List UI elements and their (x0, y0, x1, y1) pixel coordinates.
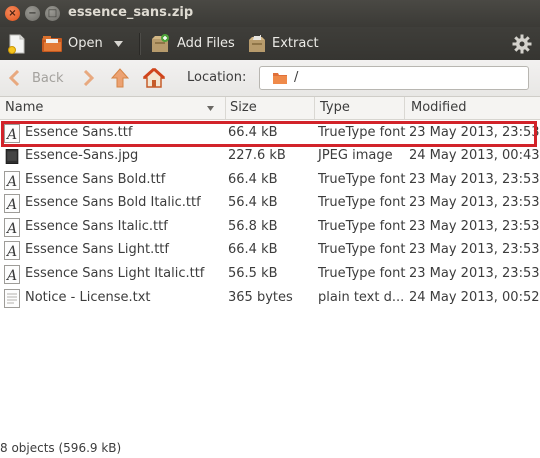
file-size: 56.5 kB (228, 266, 278, 281)
file-size: 365 bytes (228, 290, 293, 305)
close-window-button[interactable]: × (5, 6, 20, 21)
location-path: / (294, 70, 299, 85)
back-arrow-icon (8, 70, 20, 86)
title-bar: × − □ essence_sans.zip (0, 0, 540, 27)
extract-button[interactable]: Extract (246, 27, 319, 60)
location-label: Location: (187, 70, 247, 85)
file-row[interactable]: A Essence Sans Bold.ttf 66.4 kB TrueType… (0, 169, 540, 192)
file-modified: 23 May 2013, 23:53 (409, 219, 540, 234)
file-name: Essence Sans Bold Italic.ttf (25, 195, 201, 210)
home-button[interactable] (143, 60, 165, 96)
file-type: plain text d... (318, 290, 405, 305)
font-file-icon: A (4, 265, 20, 284)
column-header-name[interactable]: Name (5, 100, 43, 115)
file-size: 56.4 kB (228, 195, 278, 210)
file-size: 66.4 kB (228, 242, 278, 257)
folder-icon (273, 73, 287, 84)
status-bar: 8 objects (596.9 kB) (0, 441, 122, 455)
file-modified: 23 May 2013, 23:53 (409, 266, 540, 281)
add-files-label: Add Files (177, 36, 235, 51)
window-title: essence_sans.zip (68, 5, 194, 20)
svg-text:A: A (5, 197, 17, 213)
up-arrow-icon (111, 68, 129, 88)
file-type: TrueType font (318, 266, 406, 281)
text-file-icon (4, 289, 20, 308)
home-icon (143, 68, 165, 88)
image-file-icon (5, 149, 19, 164)
forward-button[interactable] (83, 60, 95, 96)
file-name: Essence Sans Italic.ttf (25, 219, 168, 234)
extract-icon (249, 34, 265, 52)
svg-text:A: A (5, 244, 17, 260)
file-name: Essence Sans Light.ttf (25, 242, 169, 257)
location-field[interactable]: / (259, 66, 529, 90)
new-archive-button[interactable] (8, 27, 26, 60)
file-type: TrueType font (318, 219, 406, 234)
file-row[interactable]: A Essence Sans Bold Italic.ttf 56.4 kB T… (0, 192, 540, 215)
column-header-type[interactable]: Type (320, 100, 350, 115)
font-file-icon: A (4, 218, 20, 237)
font-file-icon: A (4, 241, 20, 260)
column-divider[interactable] (314, 97, 315, 119)
gear-icon (512, 34, 532, 53)
file-row[interactable]: A Essence Sans Light Italic.ttf 56.5 kB … (0, 263, 540, 286)
file-name: Essence Sans Bold.ttf (25, 172, 166, 187)
column-divider[interactable] (404, 97, 405, 119)
file-type: TrueType font (318, 242, 406, 257)
open-label: Open (68, 36, 103, 51)
open-dropdown-button[interactable] (114, 27, 123, 60)
file-modified: 24 May 2013, 00:43 (409, 148, 540, 163)
svg-text:A: A (5, 268, 17, 284)
file-size: 227.6 kB (228, 148, 286, 163)
file-modified: 23 May 2013, 23:53 (409, 242, 540, 257)
row-highlight-outline (1, 121, 537, 147)
back-label: Back (32, 70, 64, 86)
file-list-header: Name Size Type Modified (0, 97, 540, 120)
font-file-icon: A (4, 194, 20, 213)
extract-label: Extract (272, 36, 319, 51)
column-header-size[interactable]: Size (230, 100, 257, 115)
file-size: 66.4 kB (228, 172, 278, 187)
add-files-button[interactable]: Add Files (149, 27, 235, 60)
column-divider[interactable] (225, 97, 226, 119)
maximize-window-button[interactable]: □ (45, 6, 60, 21)
open-button[interactable]: Open (40, 27, 103, 60)
location-bar: Back Location: / (0, 60, 540, 97)
toolbar: Open Add Files Extract (0, 27, 540, 60)
sort-descending-icon (207, 106, 214, 111)
file-modified: 24 May 2013, 00:52 (409, 290, 540, 305)
file-name: Notice - License.txt (25, 290, 151, 305)
file-type: JPEG image (318, 148, 393, 163)
file-type: TrueType font (318, 195, 406, 210)
file-row[interactable]: A Essence Sans Italic.ttf 56.8 kB TrueTy… (0, 216, 540, 239)
settings-button[interactable] (512, 27, 532, 60)
new-archive-icon (8, 34, 25, 54)
up-button[interactable] (111, 60, 129, 96)
chevron-down-icon (114, 40, 123, 47)
file-name: Essence-Sans.jpg (25, 148, 139, 163)
file-row[interactable]: Essence-Sans.jpg 227.6 kB JPEG image 24 … (0, 145, 540, 168)
add-files-icon (152, 33, 169, 52)
forward-arrow-icon (83, 70, 95, 86)
file-row[interactable]: A Essence Sans Light.ttf 66.4 kB TrueTyp… (0, 239, 540, 262)
file-name: Essence Sans Light Italic.ttf (25, 266, 205, 281)
column-header-modified[interactable]: Modified (411, 100, 466, 115)
file-modified: 23 May 2013, 23:53 (409, 195, 540, 210)
open-archive-icon (42, 35, 62, 52)
svg-text:A: A (5, 174, 17, 190)
svg-text:A: A (5, 221, 17, 237)
toolbar-divider (139, 33, 141, 55)
file-type: TrueType font (318, 172, 406, 187)
file-row[interactable]: Notice - License.txt 365 bytes plain tex… (0, 287, 540, 310)
file-modified: 23 May 2013, 23:53 (409, 172, 540, 187)
font-file-icon: A (4, 171, 20, 190)
minimize-window-button[interactable]: − (25, 6, 40, 21)
file-size: 56.8 kB (228, 219, 278, 234)
back-button[interactable]: Back (8, 60, 64, 96)
